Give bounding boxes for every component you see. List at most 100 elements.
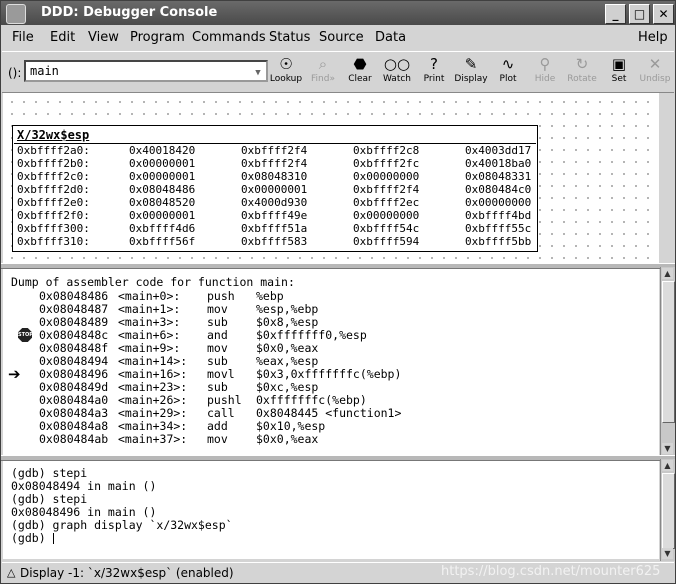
scroll-thumb[interactable] bbox=[662, 281, 675, 423]
memory-word: 0xbffff54c bbox=[353, 222, 420, 235]
assembler-row[interactable]: 0x08048489 <main+3>: sub $0x8,%esp bbox=[3, 315, 643, 329]
asm-op: pushl bbox=[207, 393, 242, 407]
scroll-up-icon[interactable]: ▲ bbox=[662, 460, 673, 471]
asm-addr: 0x080484a8 bbox=[39, 419, 109, 433]
rotate-button[interactable]: ↻ Rotate bbox=[562, 54, 602, 90]
assembler-row[interactable]: 0x080484a3 <main+29>: call 0x8048445 <funct… bbox=[3, 406, 643, 420]
asm-op: movl bbox=[207, 367, 235, 381]
asm-sym: <main+1>: bbox=[118, 302, 181, 316]
text-cursor bbox=[52, 533, 54, 544]
assembler-row[interactable]: ➔ 0x08048496 <main+16>: movl $0x3,0xfffffffc… bbox=[3, 367, 643, 382]
chevron-down-icon[interactable]: ▼ bbox=[252, 64, 264, 78]
memory-row: 0xbffff310: 0xbffff56f 0xbffff583 0xbffff59… bbox=[17, 235, 533, 248]
memory-word: 0xbffff2f4 bbox=[241, 144, 308, 157]
memory-word: 0x08048520 bbox=[129, 196, 196, 209]
print-icon: ? bbox=[430, 55, 438, 73]
memory-address: 0xbffff300: bbox=[17, 222, 90, 235]
asm-addr: 0x08048487 bbox=[39, 302, 109, 316]
gdb-console[interactable]: (gdb) stepi 0x08048494 in main () (gdb) st… bbox=[3, 461, 659, 559]
asm-op: mov bbox=[207, 302, 228, 316]
display-button[interactable]: ✎ Display bbox=[451, 54, 491, 90]
menu-bar: File Edit View Program Commands Status S… bbox=[2, 27, 674, 49]
menu-program[interactable]: Program bbox=[130, 30, 185, 45]
assembler-window[interactable]: Dump of assembler code for function main… bbox=[3, 269, 659, 455]
memory-word: 0xbffff2c8 bbox=[353, 144, 420, 157]
memory-row: 0xbffff2c0: 0x00000001 0x08048310 0x0000000… bbox=[17, 170, 533, 183]
data-display-box[interactable]: X/32wx$esp 0xbffff2a0: 0x40018420 0xbffff2… bbox=[12, 125, 538, 252]
asm-args: 0xfffffffc(%ebp) bbox=[256, 393, 367, 407]
set-button[interactable]: ▣ Set bbox=[599, 54, 639, 90]
breakpoint-stop-icon[interactable]: STOP bbox=[18, 328, 32, 342]
status-text: Display -1: `x/32wx$esp` (enabled) bbox=[20, 566, 234, 580]
undisp-icon: ✕ bbox=[648, 55, 662, 73]
memory-word: 0xbffff56f bbox=[129, 235, 196, 248]
data-display-title: X/32wx$esp bbox=[17, 128, 90, 142]
scroll-up-icon[interactable]: ▲ bbox=[662, 268, 673, 279]
plot-button[interactable]: ∿ Plot bbox=[488, 54, 528, 90]
console-line-text: (gdb) bbox=[11, 531, 53, 545]
assembler-row[interactable]: 0x080484ab <main+37>: mov $0x0,%eax bbox=[3, 432, 643, 446]
asm-op: sub bbox=[207, 380, 228, 394]
memory-word: 0x00000001 bbox=[129, 157, 196, 170]
memory-word: 0xbffff594 bbox=[353, 235, 420, 248]
argument-field[interactable]: main ▼ bbox=[24, 60, 268, 82]
maximize-button[interactable]: □ bbox=[629, 4, 650, 24]
assembler-header: Dump of assembler code for function main… bbox=[11, 275, 295, 289]
assembler-row[interactable]: 0x0804849d <main+23>: sub $0xc,%esp bbox=[3, 380, 643, 394]
asm-args: %eax,%esp bbox=[256, 354, 319, 368]
memory-row: 0xbffff2d0: 0x08048486 0x00000001 0xbffff2f… bbox=[17, 183, 533, 196]
watch-button[interactable]: ○○ Watch bbox=[377, 54, 417, 90]
title-bar: DDD: Debugger Console _ □ ✕ bbox=[1, 1, 675, 25]
menu-source[interactable]: Source bbox=[319, 30, 364, 45]
assembler-row[interactable]: 0x08048486 <main+0>: push %ebp bbox=[3, 289, 643, 303]
memory-word: 0xbffff583 bbox=[241, 235, 308, 248]
memory-word: 0x00000001 bbox=[129, 209, 196, 222]
memory-word: 0xbffff2f4 bbox=[241, 157, 308, 170]
assembler-scrollbar[interactable]: ▲ ▼ bbox=[660, 267, 675, 457]
asm-sym: <main+23>: bbox=[118, 380, 188, 394]
scroll-down-icon[interactable]: ▼ bbox=[662, 443, 673, 454]
find-button[interactable]: ⌕ Find» bbox=[303, 54, 343, 90]
asm-args: $0x3,0xfffffffc(%ebp) bbox=[256, 367, 402, 381]
memory-word: 0xbffff4bd bbox=[465, 209, 532, 222]
scroll-thumb[interactable] bbox=[662, 473, 675, 549]
print-button[interactable]: ? Print bbox=[414, 54, 454, 90]
asm-sym: <main+26>: bbox=[118, 393, 188, 407]
console-line-text: (gdb) graph display `x/32wx$esp` bbox=[11, 518, 233, 532]
minimize-button[interactable]: _ bbox=[605, 4, 626, 24]
memory-address: 0xbffff310: bbox=[17, 235, 90, 248]
undisp-button[interactable]: ✕ Undisp bbox=[636, 54, 674, 90]
lookup-button[interactable]: ☉ Lookup bbox=[266, 54, 306, 90]
assembler-row[interactable]: 0x080484a0 <main+26>: pushl 0xfffffffc(%ebp… bbox=[3, 393, 643, 407]
memory-word: 0xbffff2fc bbox=[353, 157, 420, 170]
console-scrollbar[interactable]: ▲ ▼ bbox=[660, 459, 675, 561]
memory-row: 0xbffff2e0: 0x08048520 0x4000d930 0xbffff2e… bbox=[17, 196, 533, 209]
menu-commands[interactable]: Commands bbox=[192, 30, 266, 45]
menu-data[interactable]: Data bbox=[375, 30, 406, 45]
assembler-row[interactable]: 0x08048494 <main+14>: sub %eax,%esp bbox=[3, 354, 643, 368]
close-button[interactable]: ✕ bbox=[653, 4, 674, 24]
plot-icon: ∿ bbox=[501, 55, 515, 73]
assembler-row[interactable]: 0x0804848f <main+9>: mov $0x0,%eax bbox=[3, 341, 643, 355]
menu-edit[interactable]: Edit bbox=[50, 30, 75, 45]
asm-addr: 0x0804848c bbox=[39, 328, 109, 342]
menu-status[interactable]: Status bbox=[269, 30, 310, 45]
hide-icon: ⚲ bbox=[539, 55, 551, 73]
asm-args: %ebp bbox=[256, 289, 284, 303]
asm-op: push bbox=[207, 289, 235, 303]
asm-addr: 0x080484ab bbox=[39, 432, 109, 446]
assembler-row[interactable]: 0x08048487 <main+1>: mov %esp,%ebp bbox=[3, 302, 643, 316]
clear-button[interactable]: ⬣ Clear bbox=[340, 54, 380, 90]
app-icon[interactable] bbox=[6, 4, 26, 24]
menu-help[interactable]: Help bbox=[638, 30, 668, 45]
hide-button[interactable]: ⚲ Hide bbox=[525, 54, 565, 90]
assembler-row[interactable]: STOP 0x0804848c <main+6>: and $0xfffffff0,%e… bbox=[3, 328, 643, 342]
status-arrow-icon[interactable]: △ bbox=[7, 566, 15, 579]
lookup-icon: ☉ bbox=[279, 55, 293, 73]
scroll-down-icon[interactable]: ▼ bbox=[662, 548, 673, 559]
assembler-row[interactable]: 0x080484a8 <main+34>: add $0x10,%esp bbox=[3, 419, 643, 433]
menu-view[interactable]: View bbox=[88, 30, 119, 45]
menu-file[interactable]: File bbox=[12, 30, 34, 45]
asm-op: call bbox=[207, 406, 235, 420]
rotate-icon: ↻ bbox=[575, 55, 589, 73]
